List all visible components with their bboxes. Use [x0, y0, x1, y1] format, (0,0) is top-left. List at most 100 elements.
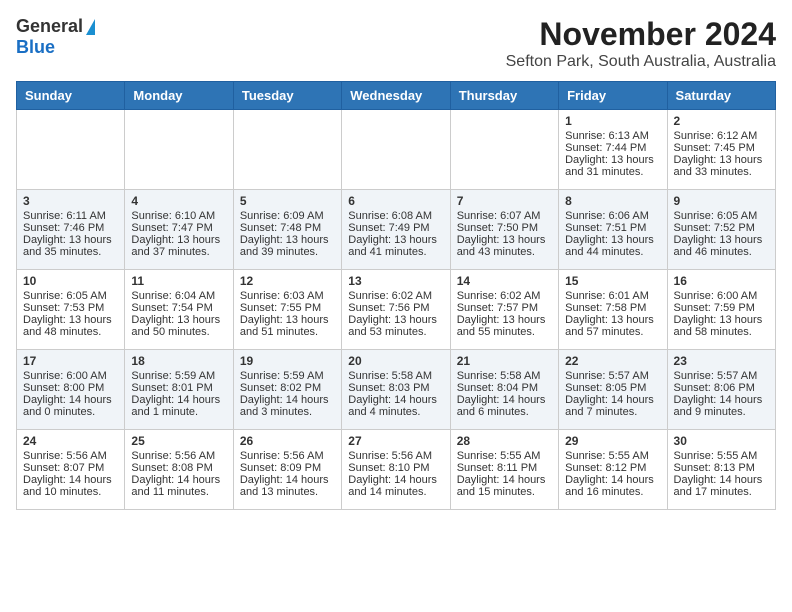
day-info: Daylight: 14 hours and 11 minutes.	[131, 474, 226, 498]
day-info: Sunrise: 5:55 AM	[457, 450, 552, 462]
day-number: 7	[457, 194, 552, 208]
day-number: 10	[23, 274, 118, 288]
day-info: Sunset: 8:09 PM	[240, 462, 335, 474]
day-header-thursday: Thursday	[450, 82, 558, 110]
logo-blue-text: Blue	[16, 37, 55, 57]
day-number: 8	[565, 194, 660, 208]
day-header-tuesday: Tuesday	[233, 82, 341, 110]
calendar-cell: 26 Sunrise: 5:56 AMSunset: 8:09 PMDayligh…	[233, 430, 341, 510]
calendar-cell: 2Sunrise: 6:12 AMSunset: 7:45 PMDaylight…	[667, 110, 775, 190]
day-number: 9	[674, 194, 769, 208]
day-info: Daylight: 14 hours and 14 minutes.	[348, 474, 443, 498]
day-number: 21	[457, 354, 552, 368]
day-info: Daylight: 14 hours and 10 minutes.	[23, 474, 118, 498]
day-info: Daylight: 14 hours and 16 minutes.	[565, 474, 660, 498]
day-info: Sunset: 7:56 PM	[348, 302, 443, 314]
day-info: Sunset: 8:13 PM	[674, 462, 769, 474]
day-info: Sunset: 7:46 PM	[23, 222, 118, 234]
day-info: Daylight: 13 hours and 31 minutes.	[565, 154, 660, 178]
calendar-cell: 17Sunrise: 6:00 AMSunset: 8:00 PMDayligh…	[17, 350, 125, 430]
day-info: Sunrise: 6:11 AM	[23, 210, 118, 222]
day-number: 13	[348, 274, 443, 288]
calendar-cell	[17, 110, 125, 190]
calendar-cell: 8Sunrise: 6:06 AMSunset: 7:51 PMDaylight…	[559, 190, 667, 270]
day-info: Daylight: 13 hours and 41 minutes.	[348, 234, 443, 258]
week-row-5: 24Sunrise: 5:56 AMSunset: 8:07 PMDayligh…	[17, 430, 776, 510]
calendar-table: SundayMondayTuesdayWednesdayThursdayFrid…	[16, 81, 776, 510]
day-info: Sunset: 8:03 PM	[348, 382, 443, 394]
calendar-cell: 12Sunrise: 6:03 AMSunset: 7:55 PMDayligh…	[233, 270, 341, 350]
calendar-header: SundayMondayTuesdayWednesdayThursdayFrid…	[17, 82, 776, 110]
calendar-cell: 13Sunrise: 6:02 AMSunset: 7:56 PMDayligh…	[342, 270, 450, 350]
day-number: 30	[674, 434, 769, 448]
calendar-cell: 5Sunrise: 6:09 AMSunset: 7:48 PMDaylight…	[233, 190, 341, 270]
calendar-cell	[342, 110, 450, 190]
day-info: Sunset: 8:02 PM	[240, 382, 335, 394]
day-number: 17	[23, 354, 118, 368]
day-number: 26	[240, 434, 335, 448]
week-row-3: 10Sunrise: 6:05 AMSunset: 7:53 PMDayligh…	[17, 270, 776, 350]
day-info: Sunset: 8:00 PM	[23, 382, 118, 394]
day-info: Daylight: 13 hours and 43 minutes.	[457, 234, 552, 258]
day-header-monday: Monday	[125, 82, 233, 110]
day-info: Sunrise: 5:57 AM	[565, 370, 660, 382]
day-info: Sunset: 7:59 PM	[674, 302, 769, 314]
day-info: Daylight: 13 hours and 39 minutes.	[240, 234, 335, 258]
day-info: Sunset: 8:10 PM	[348, 462, 443, 474]
calendar-cell: 16Sunrise: 6:00 AMSunset: 7:59 PMDayligh…	[667, 270, 775, 350]
day-info: Sunset: 7:55 PM	[240, 302, 335, 314]
day-info: Daylight: 14 hours and 3 minutes.	[240, 394, 335, 418]
day-info: Daylight: 14 hours and 13 minutes.	[240, 474, 335, 498]
day-info: Sunrise: 6:00 AM	[674, 290, 769, 302]
day-info: Sunset: 7:52 PM	[674, 222, 769, 234]
day-info: Sunset: 7:48 PM	[240, 222, 335, 234]
day-info: Sunset: 8:08 PM	[131, 462, 226, 474]
calendar-cell: 1Sunrise: 6:13 AMSunset: 7:44 PMDaylight…	[559, 110, 667, 190]
week-row-4: 17Sunrise: 6:00 AMSunset: 8:00 PMDayligh…	[17, 350, 776, 430]
page-header: General Blue November 2024 Sefton Park, …	[16, 16, 776, 71]
day-info: Daylight: 13 hours and 33 minutes.	[674, 154, 769, 178]
calendar-cell: 24Sunrise: 5:56 AMSunset: 8:07 PMDayligh…	[17, 430, 125, 510]
day-info: Daylight: 13 hours and 48 minutes.	[23, 314, 118, 338]
calendar-cell: 19Sunrise: 5:59 AMSunset: 8:02 PMDayligh…	[233, 350, 341, 430]
calendar-cell: 30Sunrise: 5:55 AMSunset: 8:13 PMDayligh…	[667, 430, 775, 510]
day-number: 3	[23, 194, 118, 208]
day-info: Sunrise: 5:57 AM	[674, 370, 769, 382]
day-info: Sunset: 8:12 PM	[565, 462, 660, 474]
calendar-body: 1Sunrise: 6:13 AMSunset: 7:44 PMDaylight…	[17, 110, 776, 510]
day-info: Sunrise: 5:56 AM	[240, 450, 335, 462]
day-number: 2	[674, 114, 769, 128]
calendar-cell: 21Sunrise: 5:58 AMSunset: 8:04 PMDayligh…	[450, 350, 558, 430]
day-number: 14	[457, 274, 552, 288]
calendar-cell: 23Sunrise: 5:57 AMSunset: 8:06 PMDayligh…	[667, 350, 775, 430]
day-header-friday: Friday	[559, 82, 667, 110]
day-info: Sunrise: 6:07 AM	[457, 210, 552, 222]
day-info: Daylight: 14 hours and 6 minutes.	[457, 394, 552, 418]
day-info: Sunrise: 6:05 AM	[674, 210, 769, 222]
day-info: Sunset: 7:51 PM	[565, 222, 660, 234]
calendar-cell	[450, 110, 558, 190]
day-number: 4	[131, 194, 226, 208]
day-info: Sunrise: 5:55 AM	[674, 450, 769, 462]
day-info: Sunrise: 5:58 AM	[348, 370, 443, 382]
header-row: SundayMondayTuesdayWednesdayThursdayFrid…	[17, 82, 776, 110]
day-info: Daylight: 13 hours and 58 minutes.	[674, 314, 769, 338]
day-info: Daylight: 14 hours and 9 minutes.	[674, 394, 769, 418]
day-info: Sunset: 7:50 PM	[457, 222, 552, 234]
logo-general-text: General	[16, 16, 83, 37]
day-info: Daylight: 13 hours and 51 minutes.	[240, 314, 335, 338]
day-info: Sunset: 8:11 PM	[457, 462, 552, 474]
calendar-cell: 28Sunrise: 5:55 AMSunset: 8:11 PMDayligh…	[450, 430, 558, 510]
day-number: 20	[348, 354, 443, 368]
calendar-cell	[125, 110, 233, 190]
calendar-cell: 25Sunrise: 5:56 AMSunset: 8:08 PMDayligh…	[125, 430, 233, 510]
day-info: Sunrise: 5:59 AM	[131, 370, 226, 382]
day-info: Sunset: 7:54 PM	[131, 302, 226, 314]
day-number: 27	[348, 434, 443, 448]
day-header-sunday: Sunday	[17, 82, 125, 110]
day-info: Sunrise: 5:56 AM	[348, 450, 443, 462]
day-info: Sunrise: 5:55 AM	[565, 450, 660, 462]
calendar-cell: 6Sunrise: 6:08 AMSunset: 7:49 PMDaylight…	[342, 190, 450, 270]
calendar-cell: 7 Sunrise: 6:07 AMSunset: 7:50 PMDaylight…	[450, 190, 558, 270]
calendar-cell: 15Sunrise: 6:01 AMSunset: 7:58 PMDayligh…	[559, 270, 667, 350]
